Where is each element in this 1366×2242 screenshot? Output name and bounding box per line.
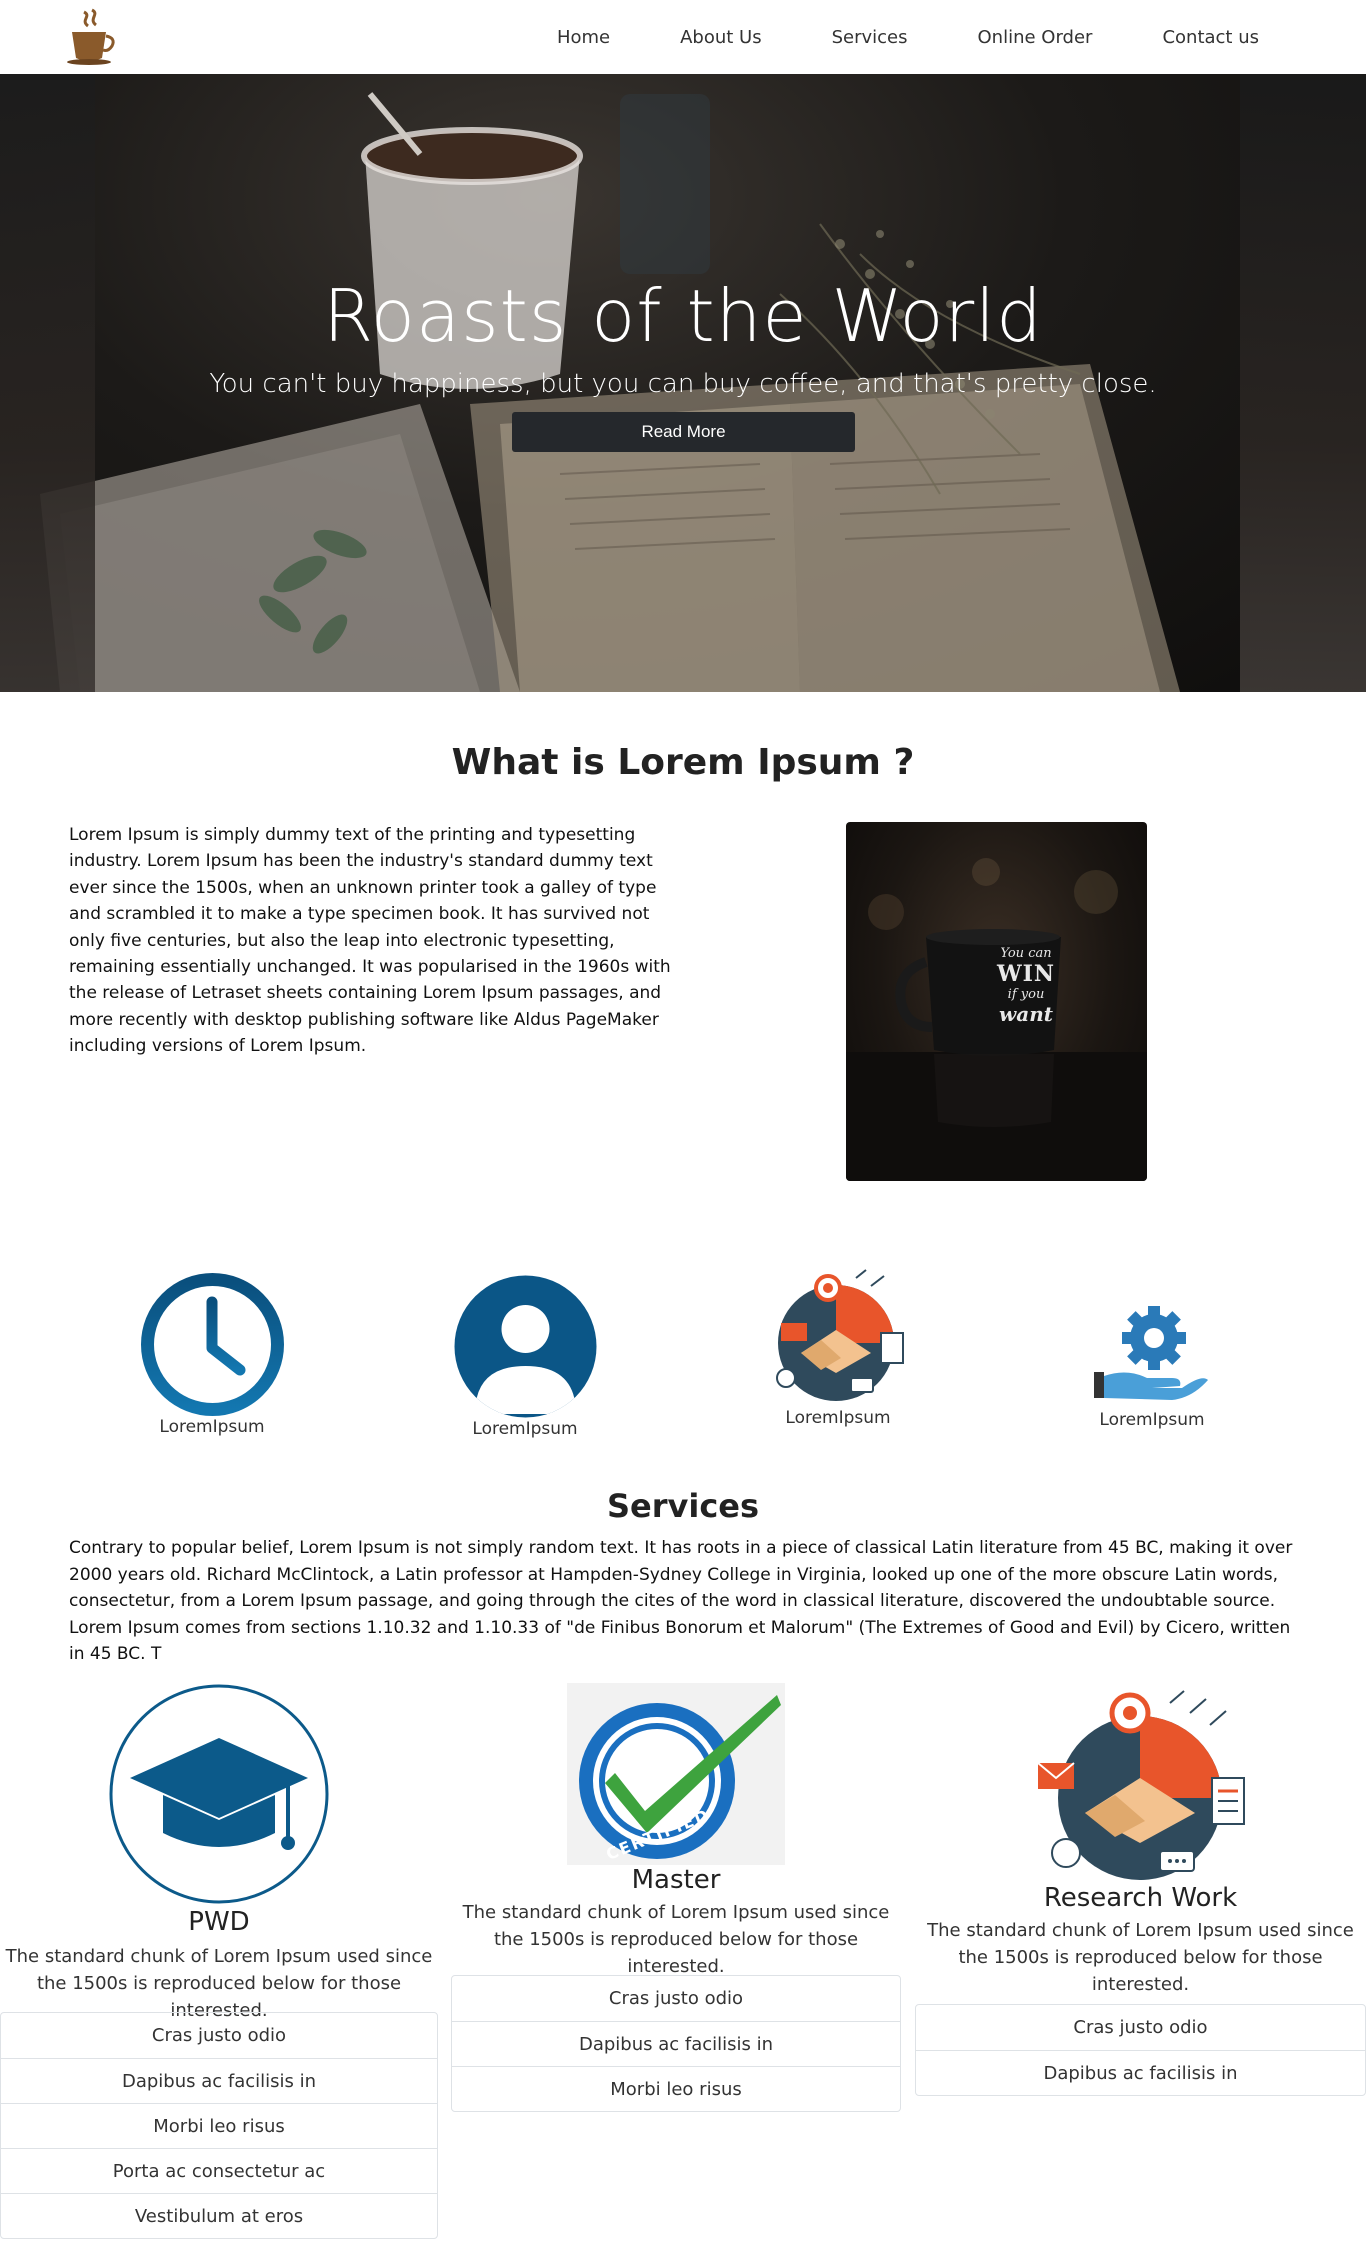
nav-about-us[interactable]: About Us <box>680 27 762 48</box>
nav-services[interactable]: Services <box>832 27 908 48</box>
hero-title: Roasts of the World <box>323 274 1043 358</box>
certified-badge: CERTIFIED <box>567 1683 785 1865</box>
service-card-research-title: Research Work <box>1043 1883 1238 1913</box>
services-title: Services <box>606 1487 760 1525</box>
feature-handshake-label: LoremIpsum <box>785 1408 891 1428</box>
services-text: Contrary to popular belief, Lorem Ipsum … <box>69 1538 1293 1664</box>
list-item[interactable]: Cras justo odio <box>1 2013 437 2058</box>
about-title: What is Lorem Ipsum ? <box>451 742 915 783</box>
feature-handshake: LoremIpsum <box>738 1268 938 1428</box>
list-item[interactable]: Dapibus ac facilisis in <box>1 2058 437 2103</box>
clock-icon <box>140 1273 284 1416</box>
nav-contact-us[interactable]: Contact us <box>1162 27 1259 48</box>
handshake-icon <box>775 1269 904 1401</box>
feature-gear-hand: LoremIpsum <box>1052 1300 1252 1430</box>
list-item[interactable]: Dapibus ac facilisis in <box>916 2050 1365 2095</box>
feature-user-label: LoremIpsum <box>472 1419 578 1439</box>
list-item[interactable]: Cras justo odio <box>452 1976 900 2021</box>
list-item[interactable]: Dapibus ac facilisis in <box>452 2021 900 2066</box>
mug-line-3: if you <box>1007 987 1045 1002</box>
service-card-pwd-list: Cras justo odio Dapibus ac facilisis in … <box>0 2012 438 2239</box>
service-card-pwd: PWD The standard chunk of Lorem Ipsum us… <box>0 1683 438 2024</box>
graduation-cap-icon <box>109 1684 329 1904</box>
service-card-research: Research Work The standard chunk of Lore… <box>915 1683 1366 1998</box>
service-card-master: CERTIFIED Master The standard chunk of L… <box>451 1683 901 1980</box>
service-card-master-list: Cras justo odio Dapibus ac facilisis in … <box>451 1975 901 2112</box>
coffee-cup-logo-icon[interactable] <box>62 8 118 66</box>
certified-check-icon <box>579 1695 781 1859</box>
hero-subtitle: You can't buy happiness, but you can buy… <box>209 369 1157 399</box>
feature-clock-label: LoremIpsum <box>159 1417 265 1437</box>
feature-user: LoremIpsum <box>425 1274 625 1439</box>
read-more-button[interactable]: Read More <box>512 412 855 452</box>
mug-line-2: WIN <box>996 961 1056 987</box>
gear-hand-icon <box>1094 1306 1208 1400</box>
about-text: Lorem Ipsum is simply dummy text of the … <box>69 825 671 1057</box>
handshake-research-icon <box>1036 1690 1245 1880</box>
nav-links: Home About Us Services Online Order Cont… <box>487 0 1259 74</box>
list-item[interactable]: Cras justo odio <box>916 2005 1365 2050</box>
service-card-master-text: The standard chunk of Lorem Ipsum used s… <box>462 1902 890 1977</box>
mug-photo: You can WIN if you want <box>846 822 1147 1181</box>
mug-line-1: You can <box>1000 946 1052 961</box>
user-icon <box>454 1275 596 1418</box>
hero-banner: Roasts of the World You can't buy happin… <box>0 74 1366 692</box>
list-item[interactable]: Morbi leo risus <box>452 2066 900 2111</box>
service-card-master-title: Master <box>631 1865 721 1895</box>
list-item[interactable]: Morbi leo risus <box>1 2103 437 2148</box>
service-card-research-list: Cras justo odio Dapibus ac facilisis in <box>915 2004 1366 2096</box>
list-item[interactable]: Vestibulum at eros <box>1 2193 437 2238</box>
feature-gear-hand-label: LoremIpsum <box>1099 1410 1205 1430</box>
service-card-pwd-title: PWD <box>188 1907 250 1937</box>
service-card-research-text: The standard chunk of Lorem Ipsum used s… <box>927 1920 1354 1995</box>
list-item[interactable]: Porta ac consectetur ac <box>1 2148 437 2193</box>
nav-online-order[interactable]: Online Order <box>978 27 1093 48</box>
feature-clock: LoremIpsum <box>112 1272 312 1437</box>
mug-line-4: want <box>999 1002 1053 1026</box>
navbar: Home About Us Services Online Order Cont… <box>0 0 1366 74</box>
nav-home[interactable]: Home <box>557 27 610 48</box>
mug-lettering: You can WIN if you want <box>976 946 1076 1026</box>
